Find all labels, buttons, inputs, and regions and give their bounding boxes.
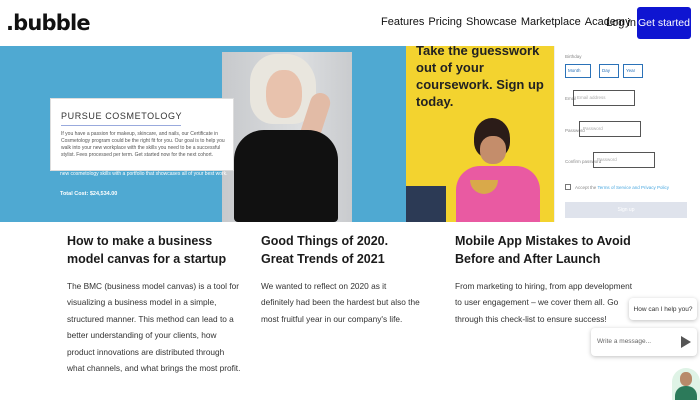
nav-marketplace[interactable]: Marketplace: [521, 16, 581, 28]
terms-checkbox[interactable]: [565, 184, 571, 190]
article-image-mobile-app[interactable]: Birthday Month Day Year Email Email addr…: [554, 46, 700, 222]
terms-prefix: Accept the: [575, 185, 597, 190]
chat-message-box[interactable]: Write a message...: [591, 328, 697, 356]
terms-text: Accept the Terms of Service and Privacy …: [575, 185, 669, 190]
article-title[interactable]: Good Things of 2020. Great Trends of 202…: [261, 232, 421, 268]
total-cost: Total Cost: $24,534.00: [60, 191, 118, 197]
send-icon[interactable]: [681, 336, 691, 348]
login-link[interactable]: Log in: [606, 17, 636, 29]
article-summary: From marketing to hiring, from app devel…: [455, 281, 633, 324]
password-field[interactable]: Password: [579, 121, 641, 137]
chat-message-input[interactable]: Write a message...: [597, 338, 651, 345]
article-title[interactable]: How to make a business model canvas for …: [67, 232, 242, 268]
article-card[interactable]: How to make a business model canvas for …: [67, 232, 242, 376]
birthday-label: Birthday: [565, 54, 582, 59]
divider: [61, 125, 181, 126]
article-summary: The BMC (business model canvas) is a too…: [67, 281, 241, 374]
article-image-business-model[interactable]: PURSUE COSMETOLOGY If you have a passion…: [0, 46, 406, 222]
main-nav: Features Pricing Showcase Marketplace Ac…: [381, 16, 631, 28]
get-started-button[interactable]: Get started: [637, 7, 691, 39]
month-select[interactable]: Month: [565, 64, 591, 78]
article-title[interactable]: Mobile App Mistakes to Avoid Before and …: [455, 232, 633, 268]
cosmetology-text: If you have a passion for makeup, skinca…: [61, 131, 225, 158]
bubble-logo[interactable]: .bubble: [6, 11, 91, 35]
confirm-password-field[interactable]: Password: [593, 152, 655, 168]
year-select[interactable]: Year: [623, 64, 643, 78]
nav-features[interactable]: Features: [381, 16, 424, 28]
email-field[interactable]: Email address: [573, 90, 635, 106]
top-navbar: .bubble Features Pricing Showcase Market…: [0, 0, 700, 46]
signup-button[interactable]: Sign up: [565, 202, 687, 218]
article-summary: We wanted to reflect on 2020 as it defin…: [261, 281, 420, 324]
nav-showcase[interactable]: Showcase: [466, 16, 517, 28]
student-photo: [456, 118, 546, 222]
nav-pricing[interactable]: Pricing: [428, 16, 462, 28]
cosmetology-title: PURSUE COSMETOLOGY: [61, 111, 183, 121]
article-card[interactable]: Good Things of 2020. Great Trends of 202…: [261, 232, 421, 327]
chat-agent-avatar[interactable]: [672, 368, 700, 400]
chat-greeting-bubble[interactable]: How can I help you?: [629, 298, 697, 320]
terms-link[interactable]: Terms of Service and Privacy Policy: [597, 185, 669, 190]
cosmetology-panel: PURSUE COSMETOLOGY If you have a passion…: [50, 98, 234, 171]
promo-headline: Take the guesswork out of your coursewor…: [416, 46, 544, 109]
woman-photo: [222, 52, 352, 222]
cosmetology-overflow-text: new cosmetology skills with a portfolio …: [60, 171, 228, 177]
article-card[interactable]: Mobile App Mistakes to Avoid Before and …: [455, 232, 633, 327]
photo-backdrop: [406, 186, 446, 222]
day-select[interactable]: Day: [599, 64, 619, 78]
article-image-good-things[interactable]: Take the guesswork out of your coursewor…: [406, 46, 554, 222]
